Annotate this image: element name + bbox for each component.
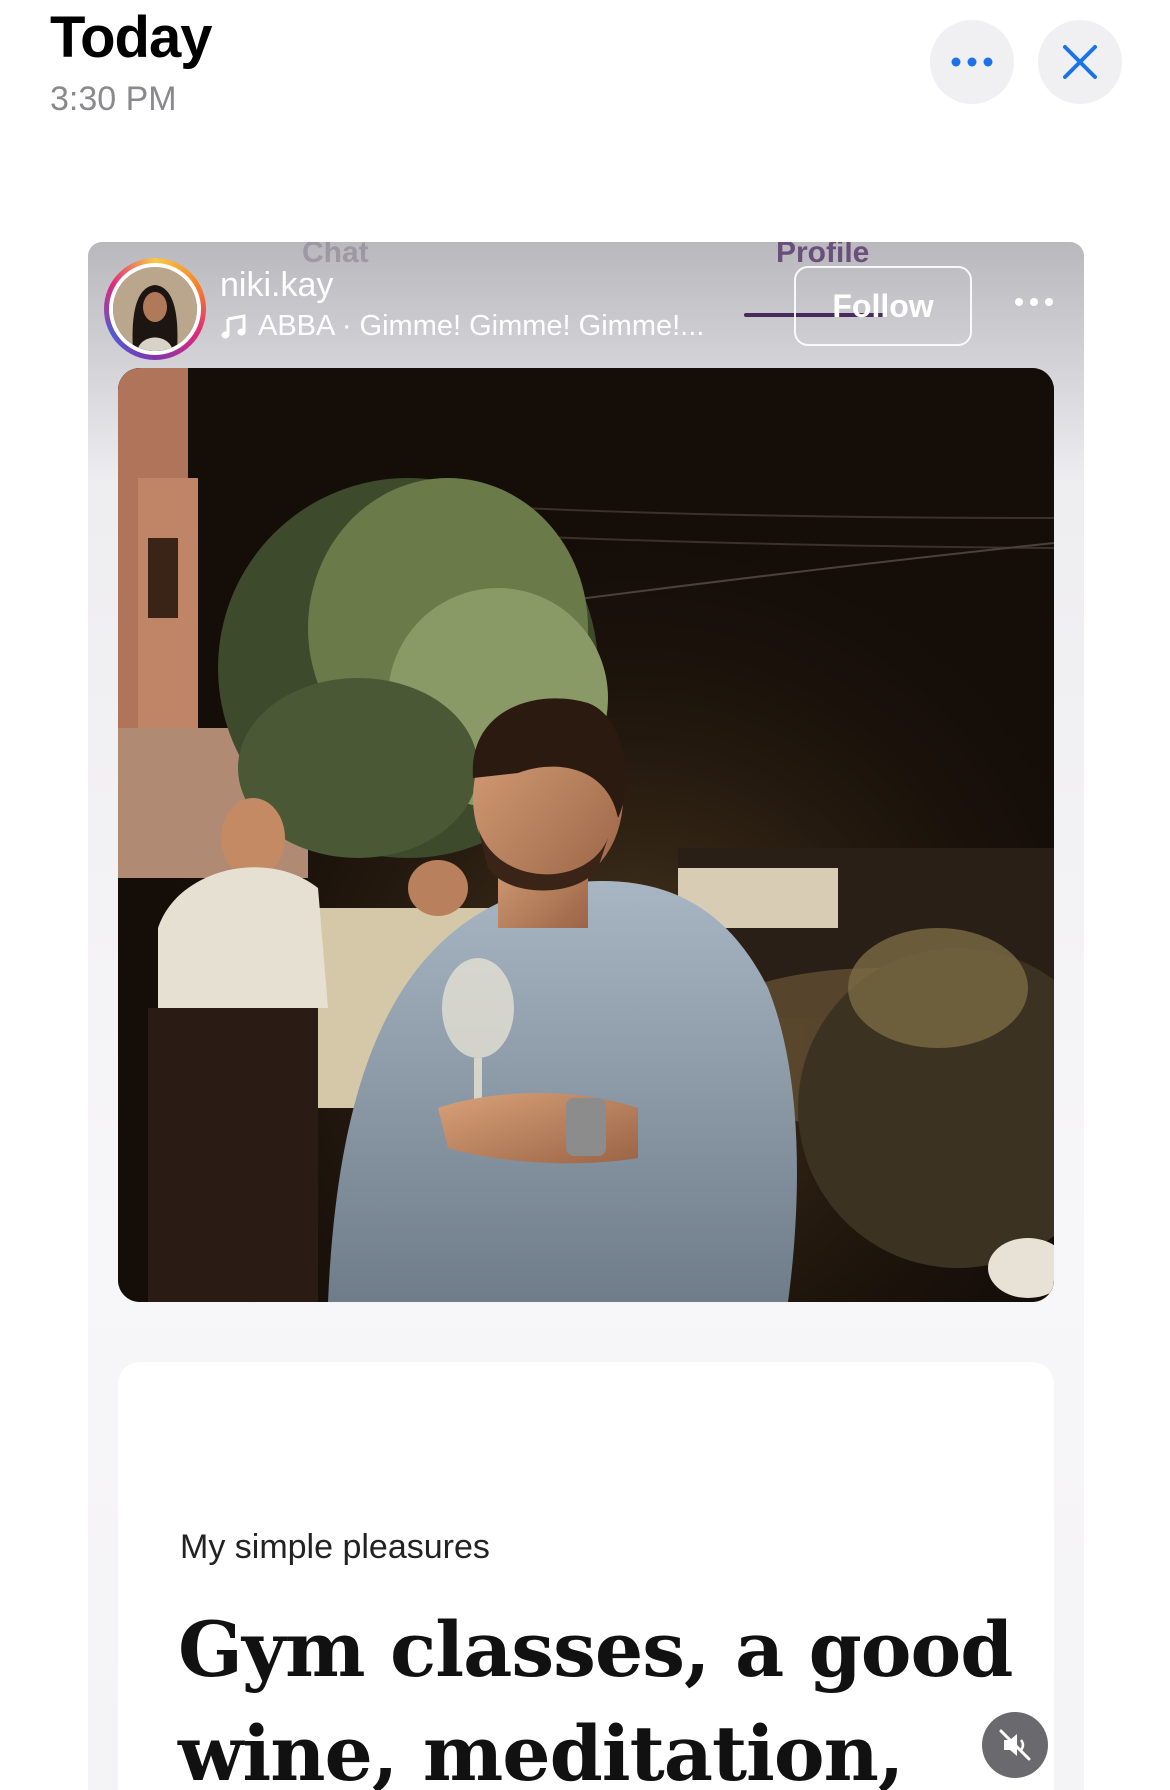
story-username[interactable]: niki.kay bbox=[220, 266, 333, 305]
timestamp: 3:30 PM bbox=[50, 80, 177, 118]
music-track-label: ABBA · Gimme! Gimme! Gimme!... bbox=[258, 310, 705, 342]
avatar[interactable] bbox=[104, 258, 206, 360]
message-view: Today 3:30 PM Chat Profile niki.kay ABBA… bbox=[0, 0, 1170, 1790]
more-options-button[interactable] bbox=[930, 20, 1014, 104]
mute-button[interactable] bbox=[982, 1712, 1048, 1778]
shared-story-card[interactable]: Chat Profile niki.kay ABBA · Gimme! Gimm… bbox=[88, 242, 1084, 1790]
page-title: Today bbox=[50, 5, 212, 70]
close-button[interactable] bbox=[1038, 20, 1122, 104]
more-dots-icon bbox=[951, 57, 993, 67]
pleasures-text: Gym classes, a good wine, meditation, bbox=[178, 1605, 1013, 1790]
section-label: My simple pleasures bbox=[180, 1528, 490, 1566]
pleasures-panel: My simple pleasures Gym classes, a good … bbox=[118, 1362, 1054, 1790]
story-more-button[interactable] bbox=[1004, 282, 1064, 322]
music-note-icon bbox=[221, 313, 246, 338]
follow-button[interactable]: Follow bbox=[794, 266, 972, 346]
music-attribution[interactable]: ABBA · Gimme! Gimme! Gimme!... bbox=[220, 310, 704, 343]
story-photo bbox=[118, 368, 1054, 1302]
more-dots-icon bbox=[1015, 298, 1053, 306]
avatar-photo bbox=[113, 267, 197, 351]
close-x-icon bbox=[1063, 45, 1097, 79]
speaker-muted-icon bbox=[999, 1729, 1031, 1761]
